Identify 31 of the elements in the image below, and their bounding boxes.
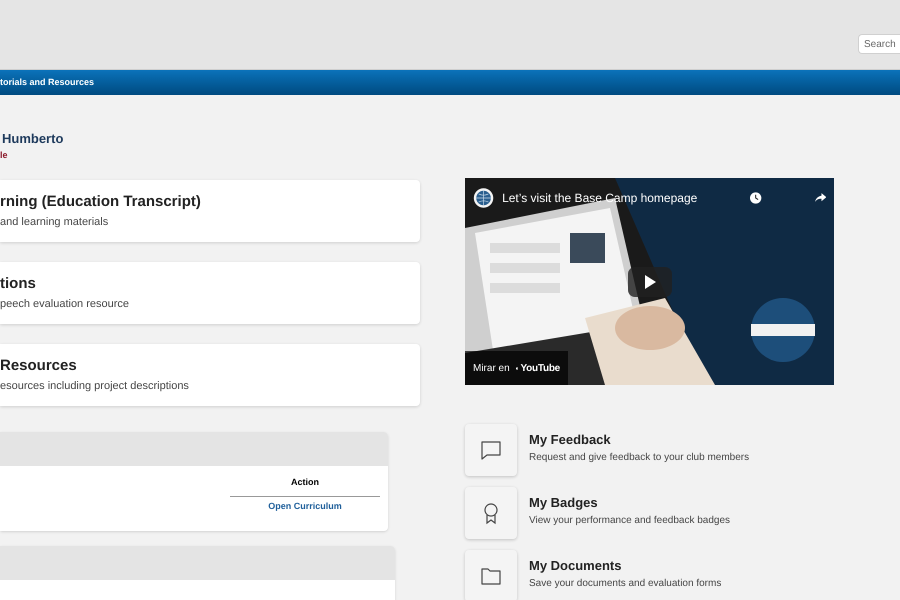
- shortcut-tile[interactable]: [465, 487, 517, 539]
- card-title: Resources: [0, 357, 78, 375]
- resource-card[interactable]: Resources esources including project descriptions: [0, 344, 420, 406]
- greeting-name: Humberto: [1, 131, 64, 147]
- watch-on-label: Mirar en: [473, 362, 510, 376]
- shortcut-description: Save your documents and evaluation forms: [529, 577, 722, 590]
- card-title: rning (Education Transcript): [0, 193, 202, 211]
- shortcut-title[interactable]: My Badges: [529, 495, 730, 511]
- card-description: peech evaluation resource: [0, 297, 130, 311]
- search-field[interactable]: Search: [858, 34, 900, 54]
- nav-link[interactable]: torials and Resources: [0, 76, 94, 90]
- shortcut-title[interactable]: My Documents: [529, 558, 722, 574]
- shortcut-tile[interactable]: [465, 550, 517, 600]
- play-button[interactable]: [628, 267, 672, 297]
- card-title: tions: [0, 275, 37, 293]
- shortcut-description: View your performance and feedback badges: [529, 514, 730, 527]
- resource-card[interactable]: rning (Education Transcript) and learning materials: [0, 180, 420, 242]
- share-icon[interactable]: [814, 192, 826, 204]
- open-curriculum-link[interactable]: Open Curriculum: [268, 496, 342, 513]
- clock-icon[interactable]: [750, 191, 762, 205]
- watch-on-bar[interactable]: Mirar en YouTube: [465, 351, 568, 385]
- resource-card[interactable]: tions peech evaluation resource: [0, 262, 420, 324]
- video-title[interactable]: Let’s visit the Base Camp homepage: [502, 189, 698, 207]
- greeting-subtitle: le: [0, 149, 9, 161]
- shortcut-tile[interactable]: [465, 424, 517, 476]
- card-description: and learning materials: [0, 215, 110, 229]
- shortcut-title[interactable]: My Feedback: [529, 432, 750, 448]
- column-header: Action: [230, 466, 380, 496]
- shortcut-description: Request and give feedback to your club members: [529, 451, 750, 464]
- platform-name: YouTube: [520, 362, 560, 376]
- card-description: esources including project descriptions: [0, 379, 190, 393]
